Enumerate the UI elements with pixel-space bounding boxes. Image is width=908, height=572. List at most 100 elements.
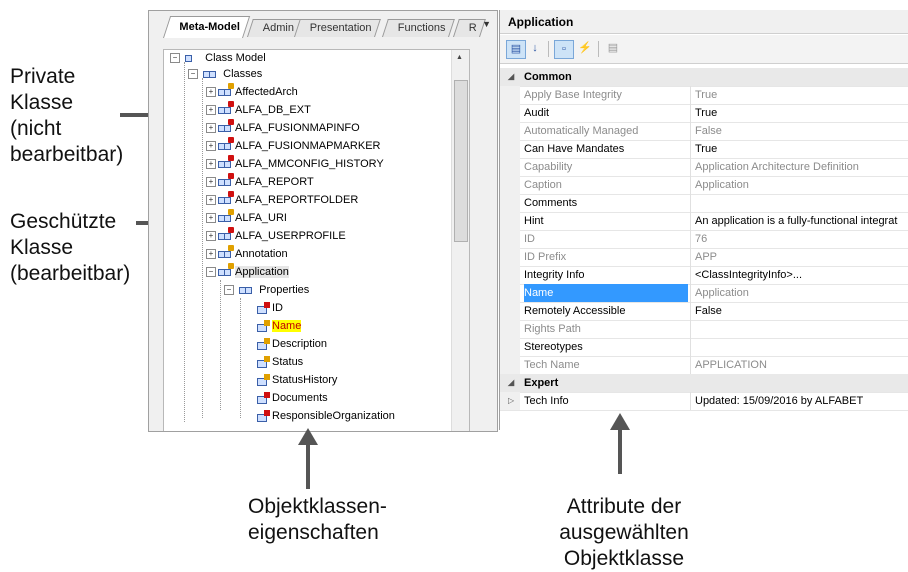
expand-icon[interactable]: + (206, 87, 216, 98)
tab-functions[interactable]: Functions (382, 19, 455, 37)
tree-root-class-model[interactable]: − Class Model (170, 50, 266, 67)
tab-presentation[interactable]: Presentation (294, 19, 381, 37)
tree-class-item[interactable]: + AffectedArch (206, 83, 298, 101)
tree-class-item[interactable]: + Annotation (206, 245, 288, 263)
scroll-thumb[interactable] (454, 80, 468, 242)
property-row[interactable]: Comments (500, 194, 908, 213)
scroll-up-icon[interactable]: ▲ (456, 54, 463, 61)
property-value[interactable]: Updated: 15/09/2016 by ALFABET (690, 392, 908, 410)
property-row[interactable]: Remotely Accessible False (500, 302, 908, 321)
property-row[interactable]: Hint An application is a fully-functional… (500, 212, 908, 231)
expand-triangle-icon[interactable]: ▷ (508, 392, 514, 410)
tree-property-label: Status (272, 356, 304, 368)
annotation-selected-attributes: Attribute der ausgewählten Objektklasse (554, 494, 694, 572)
tree-class-label: Annotation (235, 248, 288, 260)
tree-property-item[interactable]: Documents (256, 390, 328, 407)
property-row[interactable]: Rights Path (500, 320, 908, 339)
property-value[interactable]: Application Architecture Definition (690, 158, 908, 176)
category-row[interactable]: ◢ Expert (500, 374, 908, 393)
property-row[interactable]: Stereotypes (500, 338, 908, 357)
property-row[interactable]: Tech Name APPLICATION (500, 356, 908, 375)
property-value[interactable]: Application (690, 284, 908, 302)
property-name: Comments (524, 197, 578, 209)
collapse-icon[interactable]: − (188, 69, 198, 80)
private-class-icon (218, 137, 234, 152)
property-value[interactable]: False (690, 302, 908, 320)
property-row[interactable]: Apply Base Integrity True (500, 86, 908, 105)
property-toolbar: ▤ ↓ ▫ ⚡ ▤ (500, 35, 908, 64)
property-value[interactable]: APP (690, 248, 908, 266)
tree-property-item[interactable]: Description (256, 336, 327, 353)
tree-node-classes[interactable]: − Classes (188, 66, 262, 83)
collapse-triangle-icon[interactable]: ◢ (508, 68, 514, 86)
tree-class-item[interactable]: − Application (206, 263, 289, 281)
property-row[interactable]: ▷ Tech Info Updated: 15/09/2016 by ALFABET (500, 392, 908, 411)
categorized-view-icon[interactable]: ▤ (506, 40, 526, 59)
tree-class-item[interactable]: + ALFA_DB_EXT (206, 101, 311, 119)
properties-view-icon[interactable]: ▫ (554, 40, 574, 59)
property-row[interactable]: Integrity Info <ClassIntegrityInfo>... (500, 266, 908, 285)
tree-property-item[interactable]: ResponsibleOrganization (256, 408, 395, 425)
tree-class-item[interactable]: + ALFA_FUSIONMAPMARKER (206, 137, 380, 155)
tab-r[interactable]: R (453, 19, 486, 37)
category-row[interactable]: ◢ Common (500, 68, 908, 87)
property-name: Can Have Mandates (524, 143, 625, 155)
tree-property-item[interactable]: Name (256, 318, 302, 335)
sort-alphabetical-icon[interactable]: ↓ (526, 40, 544, 57)
property-value[interactable]: True (690, 86, 908, 104)
expand-icon[interactable]: + (206, 159, 216, 170)
property-row[interactable]: Audit True (500, 104, 908, 123)
tree-class-item[interactable]: + ALFA_USERPROFILE (206, 227, 346, 245)
tree-class-item[interactable]: + ALFA_FUSIONMAPINFO (206, 119, 360, 137)
tab-meta-model[interactable]: Meta-Model (163, 16, 250, 38)
category-label: Common (524, 71, 572, 83)
collapse-icon[interactable]: − (170, 53, 180, 64)
tree-class-label: ALFA_REPORT (235, 176, 314, 188)
property-value[interactable] (690, 320, 908, 338)
collapse-icon[interactable]: − (224, 285, 234, 296)
expand-icon[interactable]: + (206, 249, 216, 260)
expand-icon[interactable]: + (206, 231, 216, 242)
tree-class-item[interactable]: + ALFA_URI (206, 209, 287, 227)
property-row[interactable]: ID Prefix APP (500, 248, 908, 267)
property-value[interactable]: 76 (690, 230, 908, 248)
property-row[interactable]: Can Have Mandates True (500, 140, 908, 159)
tree-scrollbar[interactable]: ▲ (451, 50, 469, 431)
property-value[interactable] (690, 194, 908, 212)
protected-property-icon (256, 338, 270, 351)
expand-icon[interactable]: + (206, 123, 216, 134)
property-row[interactable]: Caption Application (500, 176, 908, 195)
tree-class-item[interactable]: + ALFA_MMCONFIG_HISTORY (206, 155, 384, 173)
tree-property-item[interactable]: StatusHistory (256, 372, 337, 389)
property-row[interactable]: ID 76 (500, 230, 908, 249)
tree-property-item[interactable]: Status (256, 354, 303, 371)
property-name: Hint (524, 215, 544, 227)
expand-icon[interactable]: + (206, 213, 216, 224)
property-name: Automatically Managed (524, 125, 639, 137)
expand-icon[interactable]: + (206, 105, 216, 116)
property-row[interactable]: Automatically Managed False (500, 122, 908, 141)
expand-icon[interactable]: + (206, 177, 216, 188)
collapse-triangle-icon[interactable]: ◢ (508, 374, 514, 392)
events-icon[interactable]: ⚡ (576, 40, 594, 57)
expand-icon[interactable]: + (206, 195, 216, 206)
property-value[interactable]: True (690, 140, 908, 158)
property-row[interactable]: Name Application (500, 284, 908, 303)
tab-overflow-icon[interactable]: ▼ (482, 19, 491, 29)
property-value[interactable]: <ClassIntegrityInfo>... (690, 266, 908, 284)
tree-class-item[interactable]: + ALFA_REPORTFOLDER (206, 191, 358, 209)
collapse-icon[interactable]: − (206, 267, 216, 278)
tree-property-item[interactable]: ID (256, 300, 283, 317)
property-value[interactable]: APPLICATION (690, 356, 908, 374)
property-value[interactable]: Application (690, 176, 908, 194)
property-pages-icon[interactable]: ▤ (604, 40, 622, 57)
expand-icon[interactable]: + (206, 141, 216, 152)
tree-class-item[interactable]: + ALFA_REPORT (206, 173, 314, 191)
property-value[interactable] (690, 338, 908, 356)
property-value[interactable]: An application is a fully-functional int… (690, 212, 908, 230)
property-value[interactable]: False (690, 122, 908, 140)
property-row[interactable]: Capability Application Architecture Defin… (500, 158, 908, 177)
property-value[interactable]: True (690, 104, 908, 122)
tree-node-properties[interactable]: − Properties (224, 282, 309, 299)
property-name: Integrity Info (524, 269, 585, 281)
